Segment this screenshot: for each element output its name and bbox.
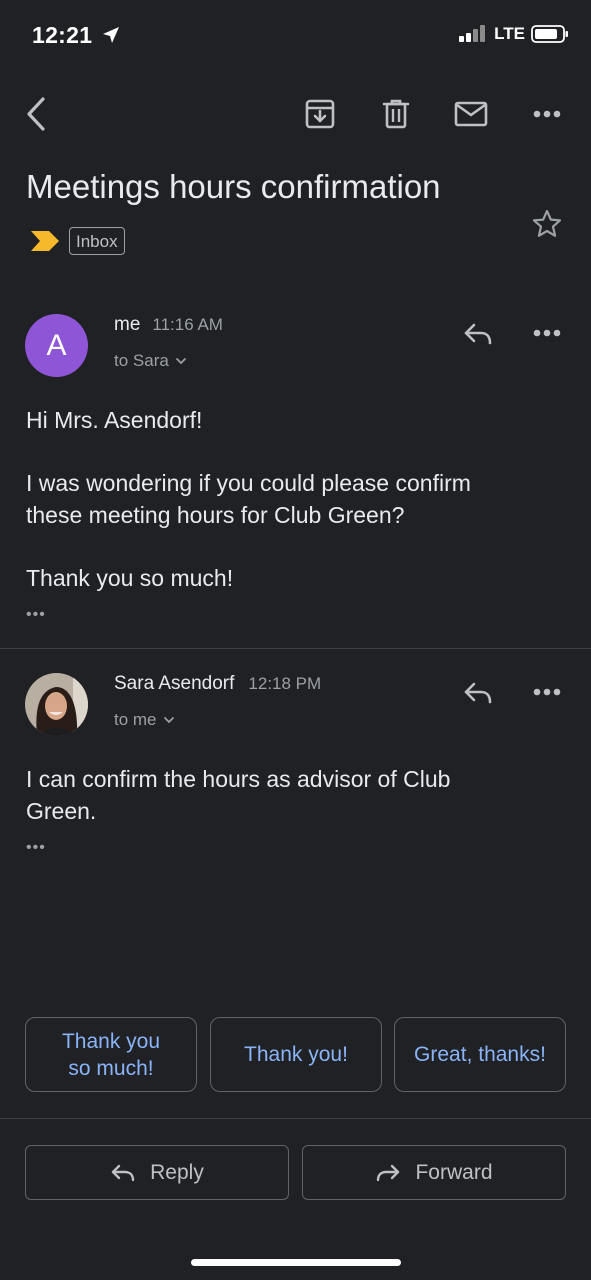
archive-icon: [305, 99, 335, 129]
recipients-text: to Sara: [114, 351, 169, 370]
sender-name: Sara Asendorf: [114, 673, 235, 694]
delete-button[interactable]: [375, 93, 417, 135]
sender-name: me: [114, 314, 141, 335]
avatar-photo: [25, 673, 88, 736]
inbox-label[interactable]: Inbox: [69, 227, 125, 255]
smart-reply-chip[interactable]: Great, thanks!: [394, 1017, 566, 1092]
message-body-line: these meeting hours for Club Green?: [26, 502, 405, 528]
smart-reply-line: so much!: [68, 1056, 154, 1080]
status-time: 12:21: [32, 22, 121, 49]
reply-button[interactable]: [457, 677, 499, 709]
star-button[interactable]: [528, 205, 566, 243]
message-body-line: I can confirm the hours as advisor of Cl…: [26, 766, 451, 792]
more-options-button[interactable]: [526, 99, 568, 129]
signal-icon: [459, 25, 486, 42]
smart-reply-label: Great, thanks!: [414, 1043, 546, 1066]
mark-unread-button[interactable]: [450, 93, 492, 135]
more-icon: [533, 329, 561, 337]
message-time: 12:18 PM: [248, 674, 322, 693]
message-header[interactable]: me 11:16 AM: [114, 314, 223, 336]
importance-icon: [31, 231, 59, 251]
forward-label: Forward: [415, 1160, 493, 1184]
reply-icon: [464, 323, 492, 345]
back-icon: [27, 97, 45, 131]
message-body-line: I was wondering if you could please conf…: [26, 470, 471, 496]
avatar: [25, 673, 88, 736]
importance-marker[interactable]: [30, 230, 60, 257]
smart-reply-chip[interactable]: Thank you!: [210, 1017, 382, 1092]
more-icon: [533, 110, 561, 118]
forward-action-button[interactable]: Forward: [302, 1145, 566, 1200]
archive-button[interactable]: [299, 93, 341, 135]
forward-icon: [377, 1164, 400, 1181]
chevron-down-icon: [163, 717, 174, 724]
back-button[interactable]: [18, 92, 54, 136]
reply-icon: [464, 682, 492, 704]
reply-button[interactable]: [457, 318, 499, 350]
battery-icon: [531, 25, 568, 43]
actions-divider: [0, 1118, 591, 1119]
show-trimmed-button[interactable]: •••: [26, 606, 46, 624]
email-subject: Meetings hours confirmation: [26, 168, 441, 205]
location-arrow-icon: [103, 27, 120, 43]
smart-reply-line: Thank you: [61, 1029, 161, 1053]
message-more-button[interactable]: [526, 677, 568, 707]
message-more-button[interactable]: [526, 318, 568, 348]
status-time-text: 12:21: [32, 22, 93, 48]
smart-reply-label: Thank you!: [244, 1043, 348, 1066]
show-trimmed-button[interactable]: •••: [26, 839, 46, 857]
smart-reply-label: Thank you so much!: [62, 1028, 160, 1082]
message-body-line: Hi Mrs. Asendorf!: [26, 407, 203, 433]
message-body-line: Green.: [26, 798, 97, 824]
chevron-down-icon: [175, 358, 186, 365]
status-indicators: LTE: [458, 24, 569, 44]
recipients-text: to me: [114, 710, 157, 729]
network-type: LTE: [494, 24, 525, 43]
avatar: A: [25, 314, 88, 377]
trash-icon: [382, 99, 410, 129]
avatar-letter: A: [46, 328, 67, 362]
smart-reply-chip[interactable]: Thank you so much!: [25, 1017, 197, 1092]
recipients-toggle[interactable]: to me: [114, 710, 175, 730]
message-header[interactable]: Sara Asendorf 12:18 PM: [114, 673, 321, 695]
reply-label: Reply: [150, 1160, 204, 1184]
message-divider: [0, 648, 591, 649]
more-icon: [533, 688, 561, 696]
reply-icon: [111, 1164, 135, 1181]
message-body-line: Thank you so much!: [26, 565, 234, 591]
reply-action-button[interactable]: Reply: [25, 1145, 289, 1200]
message-time: 11:16 AM: [152, 315, 223, 334]
recipients-toggle[interactable]: to Sara: [114, 351, 187, 371]
star-icon: [532, 209, 562, 237]
home-indicator[interactable]: [191, 1259, 401, 1266]
mail-icon: [454, 101, 488, 127]
